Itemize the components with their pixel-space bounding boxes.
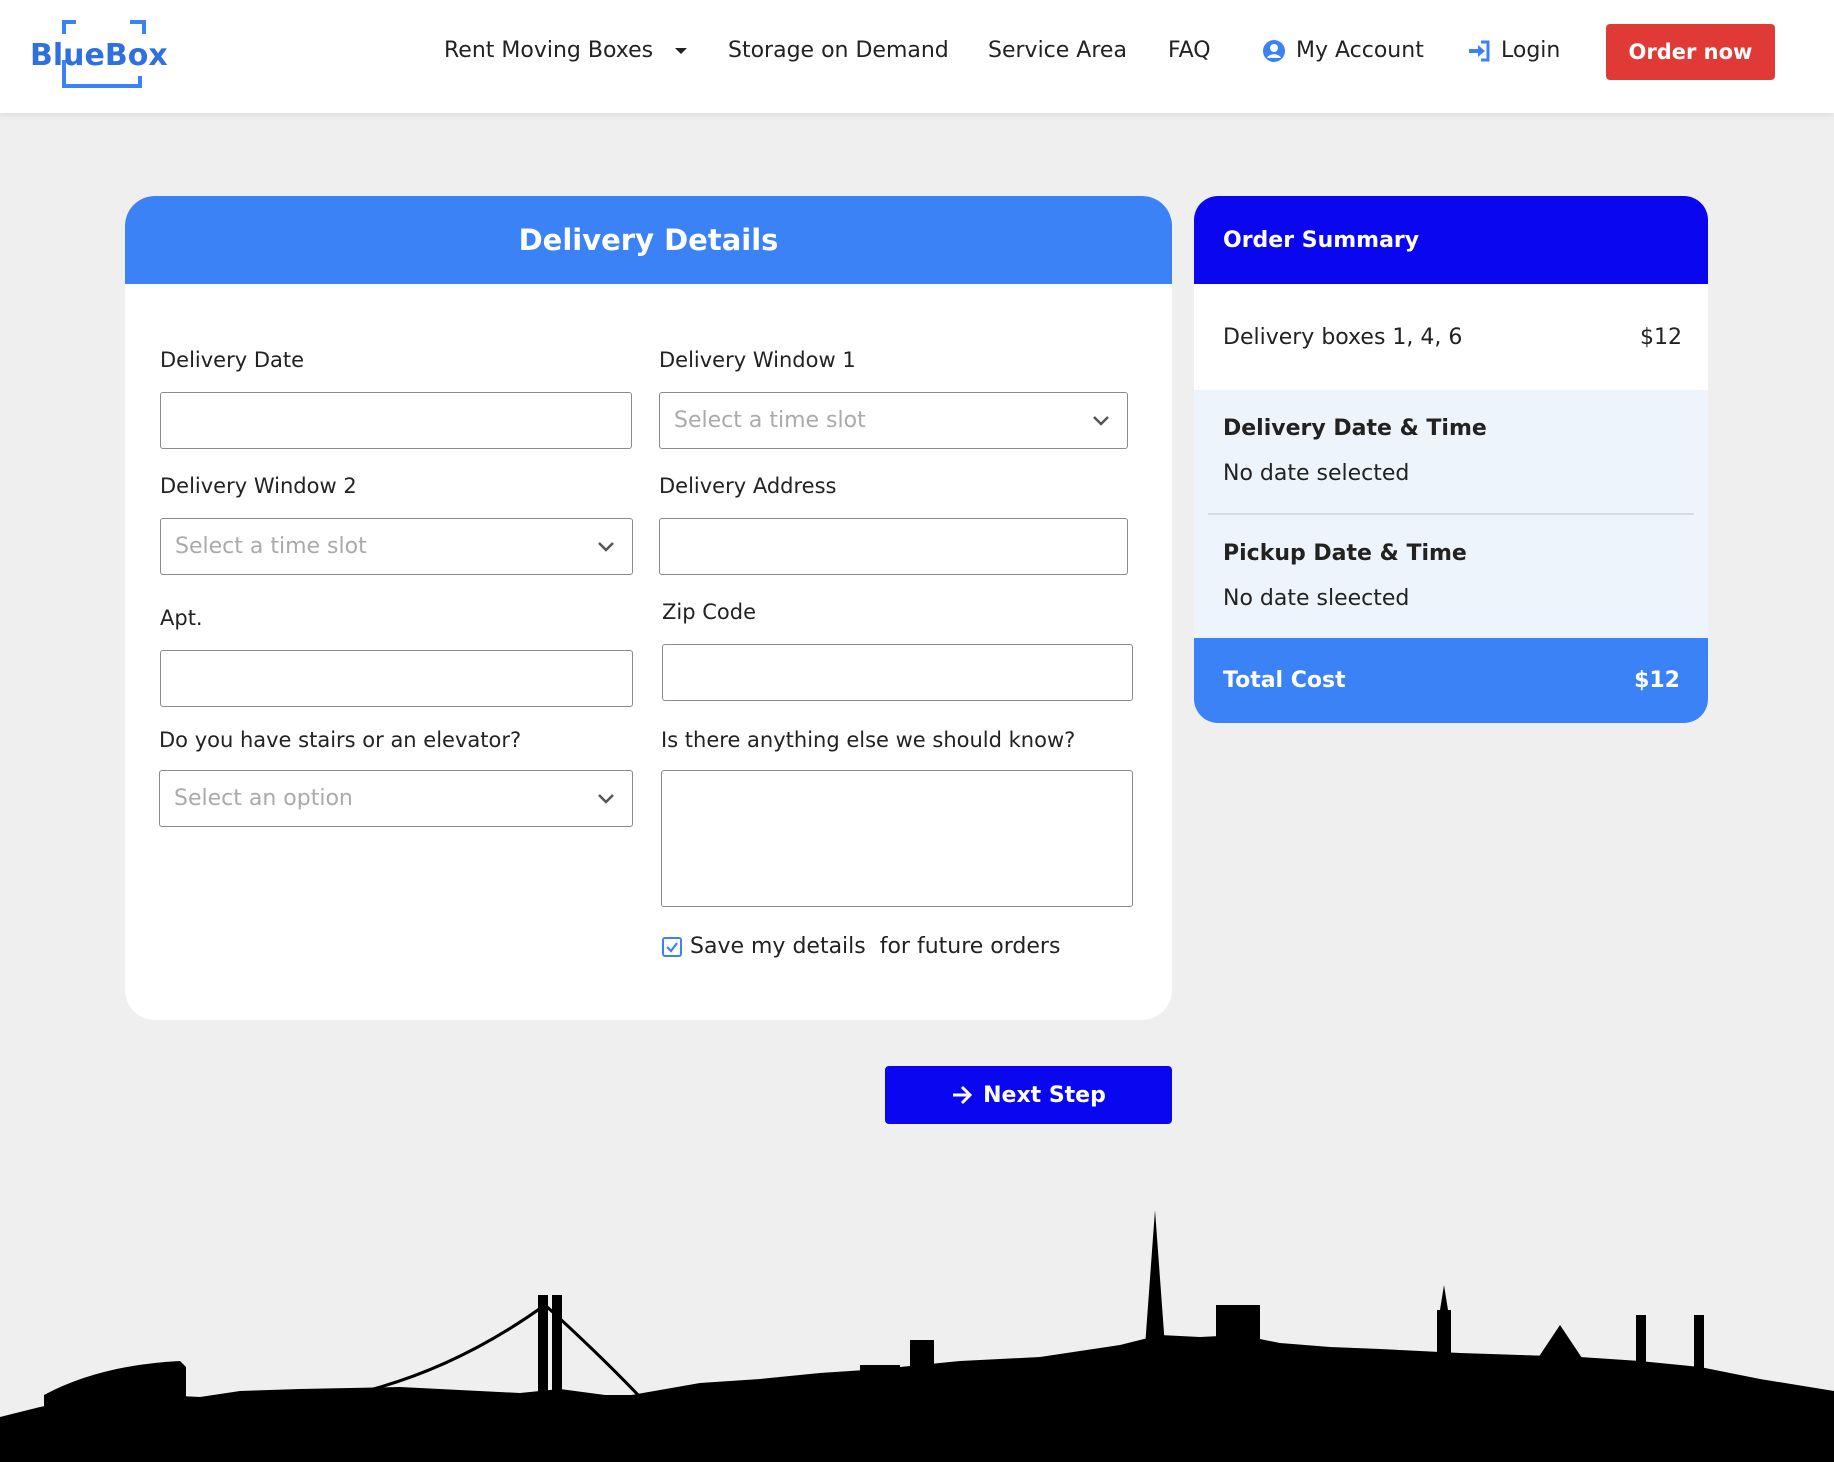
summary-delivery-heading: Delivery Date & Time [1223, 416, 1487, 441]
delivery-window-1-label: Delivery Window 1 [659, 348, 856, 372]
summary-line-item-label: Delivery boxes 1, 4, 6 [1223, 324, 1463, 350]
next-step-label: Next Step [983, 1082, 1106, 1108]
chevron-down-icon [598, 794, 614, 804]
nav-my-account-label: My Account [1296, 38, 1424, 63]
nav-faq[interactable]: FAQ [1168, 38, 1211, 63]
nav-rent-moving-boxes[interactable]: Rent Moving Boxes [444, 38, 691, 63]
notes-textarea[interactable] [661, 770, 1133, 907]
summary-pickup-date: Pickup Date & Time No date sleected [1223, 515, 1679, 638]
summary-pickup-value: No date sleected [1223, 585, 1410, 611]
summary-delivery-value: No date selected [1223, 461, 1410, 486]
order-summary-card: Order Summary Delivery boxes 1, 4, 6 $12… [1194, 196, 1708, 723]
logo-text: BlueBox [30, 38, 168, 73]
delivery-window-2-label: Delivery Window 2 [160, 474, 357, 498]
stairs-elevator-label: Do you have stairs or an elevator? [159, 728, 522, 752]
login-icon [1469, 40, 1490, 61]
caret-down-icon [675, 47, 688, 54]
arrow-right-icon [953, 1085, 973, 1105]
summary-total: Total Cost $12 [1194, 637, 1708, 723]
delivery-details-title: Delivery Details [125, 196, 1172, 284]
zip-code-input[interactable] [662, 644, 1133, 701]
apt-input[interactable] [160, 650, 633, 707]
delivery-address-input[interactable] [659, 518, 1128, 575]
delivery-address-label: Delivery Address [659, 474, 837, 498]
summary-pickup-heading: Pickup Date & Time [1223, 540, 1467, 566]
nav-login-label: Login [1501, 38, 1561, 63]
bluebox-logo[interactable]: BlueBox [28, 18, 178, 90]
delivery-window-1-select[interactable]: Select a time slot [659, 392, 1128, 449]
delivery-window-2-select[interactable]: Select a time slot [160, 518, 633, 575]
delivery-window-2-placeholder: Select a time slot [175, 534, 367, 559]
nav-storage-on-demand-label: Storage on Demand [728, 38, 949, 63]
save-details-row[interactable]: Save my details for future orders [662, 934, 1060, 959]
save-details-label: Save my details for future orders [690, 934, 1061, 959]
chevron-down-icon [598, 542, 614, 552]
apt-label: Apt. [160, 606, 203, 630]
nav-rent-moving-boxes-label: Rent Moving Boxes [444, 38, 654, 63]
nav-service-area[interactable]: Service Area [988, 38, 1127, 63]
nav-login[interactable]: Login [1467, 38, 1560, 63]
delivery-date-label: Delivery Date [160, 348, 305, 372]
summary-line-item: Delivery boxes 1, 4, 6 $12 [1194, 284, 1708, 390]
summary-dates: Delivery Date & Time No date selected Pi… [1194, 390, 1708, 638]
nav-storage-on-demand[interactable]: Storage on Demand [728, 38, 949, 63]
save-details-checkbox[interactable] [662, 936, 682, 957]
site-header: BlueBox Rent Moving Boxes Storage on Dem… [0, 0, 1834, 113]
chevron-down-icon [1093, 416, 1109, 426]
next-step-button[interactable]: Next Step [885, 1066, 1172, 1124]
checkmark-icon [666, 941, 678, 953]
summary-line-item-price: $12 [1640, 324, 1682, 350]
summary-total-label: Total Cost [1223, 668, 1346, 693]
zip-code-label: Zip Code [662, 600, 756, 624]
user-circle-icon [1263, 39, 1285, 62]
summary-total-value: $12 [1634, 668, 1680, 693]
nav-faq-label: FAQ [1168, 38, 1211, 63]
notes-label: Is there anything else we should know? [661, 728, 1076, 752]
city-skyline-illustration [0, 1210, 1834, 1462]
order-now-button[interactable]: Order now [1606, 24, 1775, 80]
delivery-date-input[interactable] [160, 392, 632, 449]
nav-service-area-label: Service Area [988, 38, 1127, 63]
stairs-elevator-select[interactable]: Select an option [159, 770, 633, 827]
summary-delivery-date: Delivery Date & Time No date selected [1223, 390, 1679, 513]
stairs-elevator-placeholder: Select an option [174, 786, 353, 811]
delivery-window-1-placeholder: Select a time slot [674, 408, 866, 433]
order-summary-title: Order Summary [1194, 196, 1708, 284]
nav-my-account[interactable]: My Account [1262, 38, 1424, 63]
